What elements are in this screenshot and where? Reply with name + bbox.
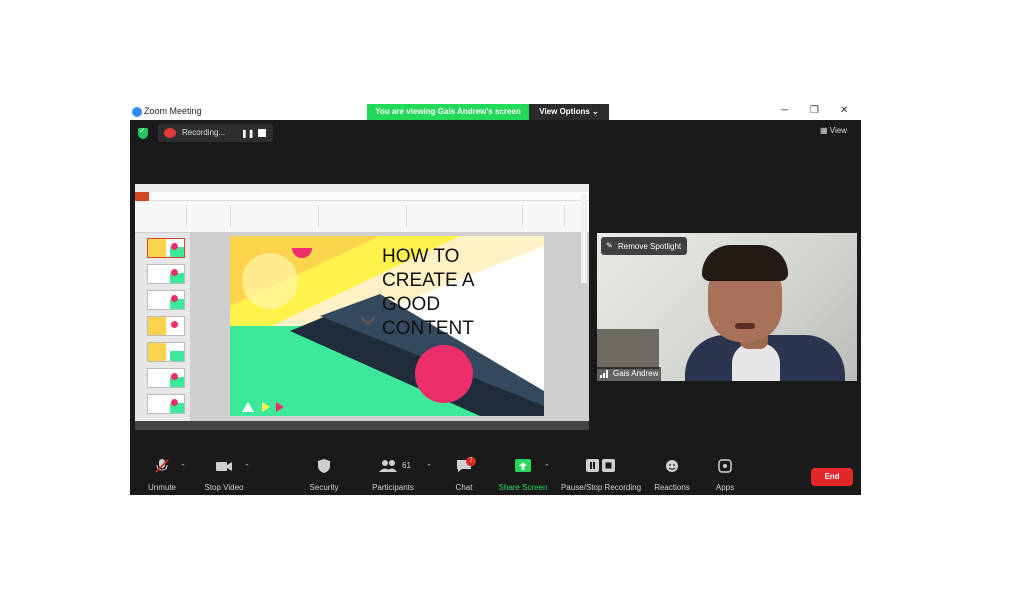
share-options-caret[interactable]: ⌃ [544, 463, 550, 471]
pin-icon: ✎ [606, 241, 613, 250]
participants-count: 61 [402, 461, 411, 470]
participants-icon [379, 460, 397, 472]
share-screen-icon [515, 459, 531, 472]
pause-stop-recording-icon [586, 459, 615, 472]
ribbon-group [189, 205, 231, 227]
current-slide: HOW TO CREATE A GOOD CONTENT [230, 236, 544, 416]
recording-label: Recording... [182, 128, 226, 137]
unmute-button[interactable]: Unmute [140, 453, 184, 495]
minimize-icon[interactable]: ─ [781, 105, 788, 116]
slide-title: HOW TO CREATE A GOOD CONTENT [382, 245, 475, 341]
meeting-controls: Unmute ⌃ Stop Video ⌃ Security 61 Partic… [130, 453, 861, 495]
close-icon[interactable]: ✕ [840, 105, 848, 116]
audio-options-caret[interactable]: ⌃ [180, 463, 186, 471]
participant-nametag: Gais Andrew [597, 367, 661, 381]
powerpoint-ribbon-tabs [135, 192, 589, 201]
slide-thumbnail [147, 342, 185, 362]
video-person-mouth [735, 323, 755, 329]
view-button[interactable]: ▦ View [820, 126, 847, 135]
meeting-top-bar: Recording... ❚❚ ▦ View [130, 120, 861, 146]
video-furniture [597, 329, 659, 369]
video-options-caret[interactable]: ⌃ [244, 463, 250, 471]
stop-video-label: Stop Video [204, 483, 244, 492]
slide-thumbnails [135, 233, 190, 421]
share-screen-button[interactable]: Share Screen [496, 453, 550, 495]
slide-thumbnail [147, 316, 185, 336]
slide-title-line: CONTENT [382, 318, 474, 339]
powerpoint-status-bar [135, 421, 589, 430]
chevron-down-icon: ⌄ [592, 107, 599, 116]
pause-icon[interactable]: ❚❚ [241, 129, 254, 138]
participants-label: Participants [372, 483, 414, 492]
unmute-label: Unmute [147, 483, 176, 492]
slide-title-line: GOOD [382, 294, 441, 315]
ribbon-group [525, 205, 565, 227]
stop-video-button[interactable]: Stop Video [200, 453, 248, 495]
apps-label: Apps [715, 483, 735, 492]
slide-thumbnail [147, 368, 185, 388]
pause-stop-recording-button[interactable]: Pause/Stop Recording [560, 453, 642, 495]
chat-badge: 7 [466, 457, 476, 466]
ribbon-group [233, 205, 319, 227]
splitter-handle[interactable] [581, 195, 587, 283]
slide-editor: HOW TO CREATE A GOOD CONTENT [190, 233, 589, 421]
security-button[interactable]: Security [304, 453, 344, 495]
zoom-app-icon [132, 107, 142, 117]
slide-thumbnail [147, 264, 185, 284]
title-bar: Zoom Meeting You are viewing Gais Andrew… [130, 104, 861, 120]
remove-spotlight-button[interactable]: ✎ Remove Spotlight [601, 237, 687, 255]
stop-icon[interactable] [258, 129, 266, 137]
reactions-label: Reactions [654, 483, 690, 492]
restore-icon[interactable]: ❐ [810, 105, 819, 116]
reactions-button[interactable]: Reactions [650, 453, 694, 495]
slide-thumbnail [147, 394, 185, 414]
participant-video[interactable]: ✎ Remove Spotlight Gais Andrew [597, 233, 857, 381]
chat-button[interactable]: 7 Chat [448, 453, 480, 495]
end-meeting-button[interactable]: End [811, 468, 853, 486]
signal-icon [600, 370, 610, 378]
video-camera-icon [216, 462, 232, 471]
apps-button[interactable]: Apps [708, 453, 742, 495]
file-tab [135, 192, 149, 201]
chat-label: Chat [455, 483, 473, 492]
video-person-hair [702, 245, 788, 281]
recording-indicator: Recording... ❚❚ [158, 124, 273, 142]
slide-thumbnail [147, 238, 185, 258]
pause-stop-recording-label: Pause/Stop Recording [560, 483, 642, 492]
participant-name: Gais Andrew [613, 369, 659, 378]
participants-options-caret[interactable]: ⌃ [426, 463, 432, 471]
window-title: Zoom Meeting [144, 106, 202, 116]
grid-view-icon: ▦ [820, 126, 828, 135]
ribbon-group [137, 205, 187, 227]
apps-icon [718, 459, 732, 473]
zoom-window: Zoom Meeting You are viewing Gais Andrew… [130, 104, 861, 495]
security-label: Security [309, 483, 339, 492]
reactions-icon [666, 460, 678, 472]
shared-screen[interactable]: HOW TO CREATE A GOOD CONTENT [135, 184, 589, 430]
slide-title-line: HOW TO [382, 246, 460, 267]
participants-button[interactable]: 61 Participants [368, 453, 418, 495]
view-options-label: View Options [539, 107, 590, 116]
slide-thumbnail [147, 290, 185, 310]
view-label: View [829, 126, 847, 135]
share-screen-label: Share Screen [498, 483, 548, 492]
remove-spotlight-label: Remove Spotlight [618, 242, 682, 251]
slide-title-line: CREATE A [382, 270, 475, 291]
viewing-screen-banner: You are viewing Gais Andrew's screen [367, 104, 529, 120]
security-shield-icon [318, 459, 330, 473]
ribbon-group [321, 205, 407, 227]
view-options-button[interactable]: View Options ⌄ [529, 104, 609, 120]
powerpoint-title-bar [135, 184, 589, 192]
mic-muted-icon [155, 459, 169, 473]
ribbon-group [409, 205, 523, 227]
shield-icon[interactable] [138, 126, 148, 139]
record-cloud-icon [164, 128, 176, 138]
powerpoint-ribbon [135, 201, 589, 233]
